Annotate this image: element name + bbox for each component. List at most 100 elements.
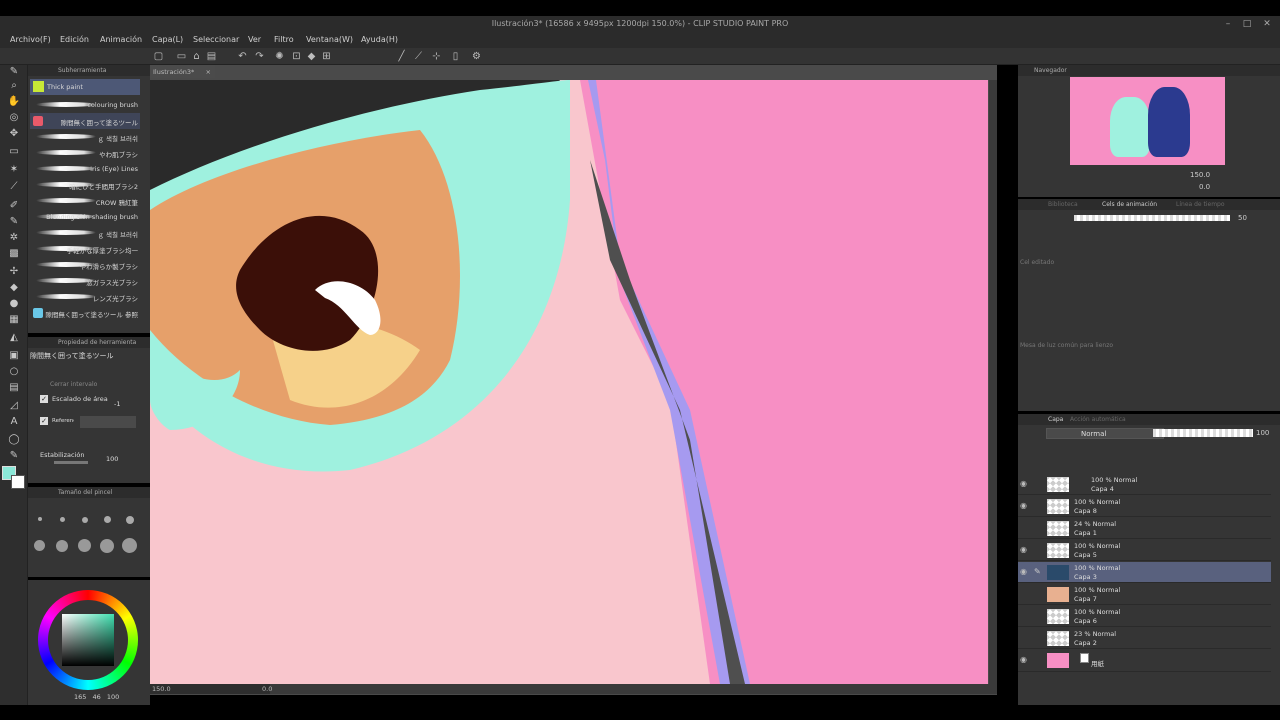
brush-size-dot[interactable] [78, 539, 91, 552]
eye-icon[interactable]: ◉ [1020, 655, 1027, 664]
layer-row[interactable]: ◉ 100 % Normal Capa 5 [1018, 540, 1271, 561]
eraser-icon[interactable]: ◆ [6, 281, 22, 295]
navigator-zoom-value[interactable]: 150.0 [1190, 171, 1210, 179]
subtool-item[interactable]: 隙間無く囲って塗るツール 参照 [30, 305, 140, 321]
new-document-icon[interactable]: ▢ [152, 50, 165, 63]
line-icon[interactable]: ◿ [6, 399, 22, 413]
menu-ventana[interactable]: Ventana(W) [306, 35, 353, 44]
eye-icon[interactable]: ◉ [1020, 479, 1027, 488]
brush-size-dot[interactable] [82, 517, 88, 523]
pencil-icon[interactable]: ✐ [6, 199, 22, 213]
move-icon[interactable]: ✥ [6, 127, 22, 141]
zoom-icon[interactable]: ⌕ [6, 79, 22, 93]
layer-row[interactable]: 23 % Normal Capa 2 [1018, 628, 1271, 649]
subtool-item[interactable]: やわ滑らか製ブラシ [30, 257, 140, 273]
canvas-horizontal-scrollbar[interactable] [150, 684, 997, 694]
blend-mode-select[interactable]: Normal ▾ [1046, 428, 1164, 439]
subtool-item[interactable]: CROW 鴉紅筆 [30, 193, 140, 209]
menu-filtro[interactable]: Filtro [274, 35, 294, 44]
brush-size-dot[interactable] [38, 517, 42, 521]
tab-animation-cels[interactable]: Cels de animación [1102, 199, 1157, 210]
subtool-item[interactable]: Iris (Eye) Lines [30, 161, 140, 177]
clear-icon[interactable]: ⊡ [290, 50, 303, 63]
tab-layer[interactable]: Capa [1048, 414, 1063, 425]
rotation-value[interactable]: 0.0 [262, 685, 272, 693]
airbrush-icon[interactable]: ✲ [6, 231, 22, 245]
menu-edicion[interactable]: Edición [60, 35, 89, 44]
menu-ayuda[interactable]: Ayuda(H) [361, 35, 398, 44]
correct-line-icon[interactable]: ✎ [6, 449, 22, 463]
subtool-item[interactable]: 手軽かな厚塗ブラシ均一 [30, 241, 140, 257]
redo-icon[interactable]: ↷ [253, 50, 266, 63]
open-folder-icon[interactable]: ⌂ [190, 50, 203, 63]
eye-icon[interactable]: ◉ [1020, 567, 1027, 576]
layer-row[interactable]: ◉ 100 % Normal Capa 8 [1018, 496, 1271, 517]
layer-row-selected[interactable]: ◉ ✎ 100 % Normal Capa 3 [1018, 562, 1271, 583]
menu-archivo[interactable]: Archivo(F) [10, 35, 51, 44]
canvas-vertical-scrollbar[interactable] [989, 80, 997, 684]
loading-icon[interactable]: ✺ [273, 50, 286, 63]
eye-icon[interactable]: ◉ [1020, 501, 1027, 510]
brush-icon[interactable]: ✎ [6, 215, 22, 229]
settings-icon[interactable]: ⚙ [470, 50, 483, 63]
magic-wand-icon[interactable]: ✶ [6, 163, 22, 177]
navigator-tab[interactable]: Navegador [1018, 65, 1280, 76]
drawing-canvas[interactable] [150, 80, 988, 684]
navigator-angle-value[interactable]: 0.0 [1199, 183, 1210, 191]
menu-capa[interactable]: Capa(L) [152, 35, 183, 44]
ellipse-icon[interactable]: ○ [6, 365, 22, 379]
transform-icon[interactable]: ⊞ [320, 50, 333, 63]
new-file-icon[interactable]: ▭ [175, 50, 188, 63]
stabilization-value[interactable]: 100 [106, 455, 118, 463]
subtool-item[interactable]: ｇ 색칠 브러쉬 [30, 225, 140, 241]
snap-special-ruler-icon[interactable]: ⟋ [412, 50, 425, 63]
snap-grid-icon[interactable]: ⊹ [430, 50, 443, 63]
area-scaling-value[interactable]: -1 [114, 400, 120, 408]
layer-opacity-value[interactable]: 100 [1256, 429, 1269, 437]
gradient-icon[interactable]: ▦ [6, 313, 22, 327]
tab-library[interactable]: Biblioteca [1048, 199, 1078, 210]
subtool-item[interactable]: ｇ 색칠 브러쉬 [30, 129, 140, 145]
sub-color-swatch[interactable] [11, 475, 25, 489]
layer-row[interactable]: 24 % Normal Capa 1 [1018, 518, 1271, 539]
menu-seleccionar[interactable]: Seleccionar [193, 35, 239, 44]
animation-opacity-value[interactable]: 50 [1238, 214, 1247, 222]
subtool-item[interactable]: レンズ光ブラシ [30, 289, 140, 305]
document-tab[interactable]: Ilustración3* × [150, 65, 215, 78]
save-icon[interactable]: ▤ [205, 50, 218, 63]
lasso-icon[interactable]: ◎ [6, 111, 22, 125]
animation-opacity-slider[interactable] [1074, 215, 1230, 221]
layer-opacity-slider[interactable] [1153, 429, 1253, 437]
tab-timeline[interactable]: Línea de tiempo [1176, 199, 1225, 210]
eyedropper-icon[interactable]: ⟋ [6, 180, 22, 194]
brush-size-dot[interactable] [60, 517, 65, 522]
undo-icon[interactable]: ↶ [236, 50, 249, 63]
zoom-value[interactable]: 150.0 [152, 685, 171, 693]
subtool-item[interactable]: 隙間無く囲って塗るツール [30, 113, 140, 129]
subtool-item[interactable]: colouring brush [30, 97, 140, 113]
layer-row-paper[interactable]: ◉ 用紙 [1018, 650, 1271, 672]
ruler-icon[interactable]: ▤ [6, 381, 22, 395]
minimize-icon[interactable]: – [1222, 18, 1234, 30]
frame-icon[interactable]: ▣ [6, 349, 22, 363]
decoration-icon[interactable]: ▩ [6, 247, 22, 261]
close-icon[interactable]: ✕ [1261, 18, 1273, 30]
close-tab-icon[interactable]: × [206, 68, 211, 76]
hand-icon[interactable]: ✋ [6, 95, 22, 109]
menu-animacion[interactable]: Animación [100, 35, 142, 44]
subtool-item[interactable]: 暗にひと手間用ブラシ2 [30, 177, 140, 193]
pen-icon[interactable]: ✎ [6, 65, 22, 79]
brush-size-dot[interactable] [34, 540, 45, 551]
brush-size-dot[interactable] [56, 540, 68, 552]
subtool-item[interactable]: 窓ガラス光ブラシ [30, 273, 140, 289]
eye-icon[interactable]: ◉ [1020, 545, 1027, 554]
selection-icon[interactable]: ▭ [6, 145, 22, 159]
snap-ruler-icon[interactable]: ╱ [395, 50, 408, 63]
tab-auto-action[interactable]: Acción automática [1070, 414, 1126, 425]
figure-icon[interactable]: ◭ [6, 331, 22, 345]
brush-size-dot[interactable] [122, 538, 137, 553]
fill-bucket-icon[interactable]: ● [6, 297, 22, 311]
area-scaling-checkbox[interactable]: ✓ [40, 395, 48, 403]
balloon-icon[interactable]: ◯ [6, 433, 22, 447]
fill-icon[interactable]: ◆ [305, 50, 318, 63]
